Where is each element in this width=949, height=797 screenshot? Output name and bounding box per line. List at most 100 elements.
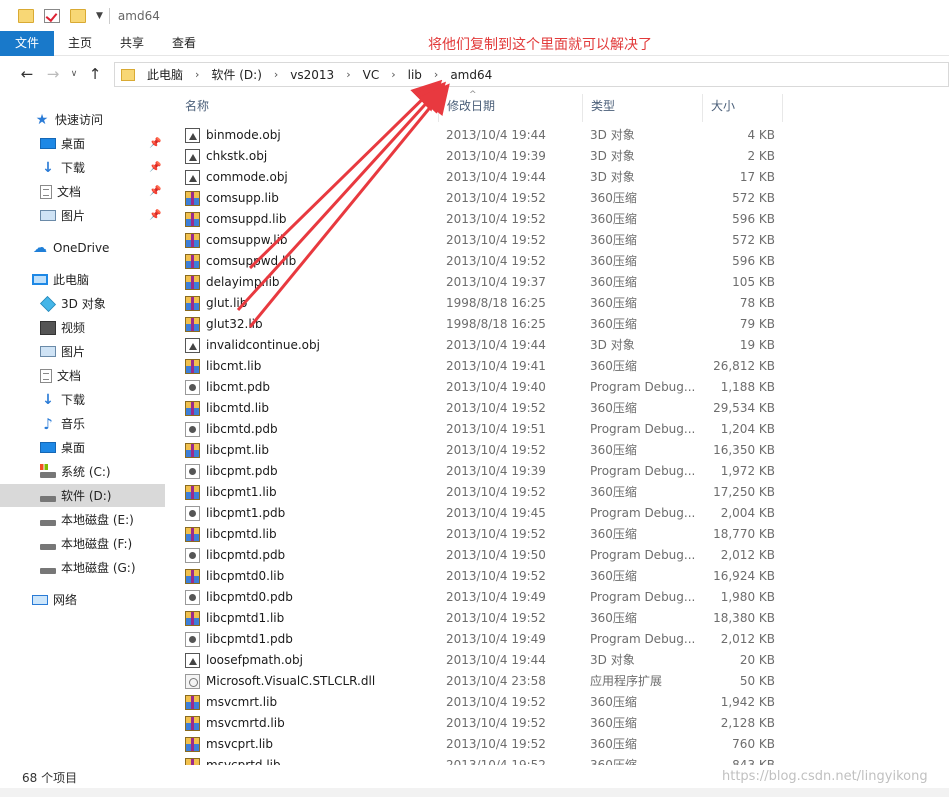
- file-row[interactable]: libcpmt1.pdb 2013/10/4 19:45 Program Debug…: [179, 503, 779, 524]
- sidebar-item-downloads-pinned[interactable]: ↓ 下载 📌: [0, 156, 165, 179]
- file-row[interactable]: msvcprtd.lib 2013/10/4 19:52 360压缩 843 KB: [179, 755, 779, 765]
- pin-icon[interactable]: 📌: [149, 138, 161, 149]
- file-name: libcpmtd.lib: [206, 527, 277, 541]
- back-button[interactable]: ←: [14, 65, 40, 83]
- recent-locations-button[interactable]: ∨: [66, 69, 82, 79]
- file-row[interactable]: libcmt.lib 2013/10/4 19:41 360压缩 26,812 KB: [179, 356, 779, 377]
- properties-check-icon[interactable]: [44, 8, 60, 23]
- column-header-type[interactable]: 类型: [583, 94, 703, 122]
- breadcrumb-drive-d[interactable]: 软件 (D:): [211, 66, 261, 83]
- status-bar: 68 个项目 https://blog.csdn.net/lingyikong: [0, 765, 949, 788]
- sidebar-item-documents-pinned[interactable]: 文档 📌: [0, 180, 165, 203]
- chevron-right-icon[interactable]: ›: [274, 68, 278, 81]
- sidebar-item-drive-f[interactable]: 本地磁盘 (F:): [0, 532, 165, 555]
- quick-access-dropdown-icon[interactable]: ▼: [96, 11, 103, 21]
- sidebar-item-drive-d[interactable]: 软件 (D:): [0, 484, 165, 507]
- sidebar-item-network[interactable]: 网络: [0, 588, 165, 611]
- chevron-right-icon[interactable]: ›: [346, 68, 350, 81]
- breadcrumb-amd64[interactable]: amd64: [450, 68, 492, 82]
- file-row[interactable]: libcpmt.lib 2013/10/4 19:52 360压缩 16,350 KB: [179, 440, 779, 461]
- file-row[interactable]: Microsoft.VisualC.STLCLR.dll 2013/10/4 23…: [179, 671, 779, 692]
- column-header-name[interactable]: 名称: [177, 94, 439, 122]
- pdb-file-icon: [185, 632, 200, 647]
- file-row[interactable]: libcpmt1.lib 2013/10/4 19:52 360压缩 17,250 K…: [179, 482, 779, 503]
- breadcrumb-lib[interactable]: lib: [408, 68, 422, 82]
- tab-file[interactable]: 文件: [0, 31, 55, 56]
- file-row[interactable]: libcpmtd.lib 2013/10/4 19:52 360压缩 18,770 K…: [179, 524, 779, 545]
- video-icon: [40, 320, 56, 335]
- chevron-right-icon[interactable]: ›: [195, 68, 199, 81]
- file-row[interactable]: libcmtd.lib 2013/10/4 19:52 360压缩 29,534 KB: [179, 398, 779, 419]
- sidebar-item-quick-access[interactable]: ★ 快速访问: [0, 108, 165, 131]
- file-type: 360压缩: [590, 275, 637, 289]
- file-row[interactable]: libcpmtd0.lib 2013/10/4 19:52 360压缩 16,924 …: [179, 566, 779, 587]
- sidebar-item-onedrive[interactable]: ☁ OneDrive: [0, 236, 165, 259]
- file-row[interactable]: libcpmtd0.pdb 2013/10/4 19:49 Program Debu…: [179, 587, 779, 608]
- file-size: 29,534 KB: [713, 401, 775, 415]
- file-row[interactable]: comsuppwd.lib 2013/10/4 19:52 360压缩 596 KB: [179, 251, 779, 272]
- file-row[interactable]: msvcprt.lib 2013/10/4 19:52 360压缩 760 KB: [179, 734, 779, 755]
- file-name: glut32.lib: [206, 317, 263, 331]
- file-size: 1,204 KB: [720, 422, 775, 436]
- sidebar-item-drive-e[interactable]: 本地磁盘 (E:): [0, 508, 165, 531]
- file-row[interactable]: libcmtd.pdb 2013/10/4 19:51 Program Debug.…: [179, 419, 779, 440]
- sidebar-item-music[interactable]: ♪ 音乐: [0, 412, 165, 435]
- file-name: msvcmrt.lib: [206, 695, 278, 709]
- column-header-date[interactable]: 修改日期: [439, 94, 583, 122]
- sidebar-item-desktop[interactable]: 桌面: [0, 436, 165, 459]
- breadcrumb-this-pc[interactable]: 此电脑: [147, 66, 183, 83]
- sidebar-item-videos[interactable]: 视频: [0, 316, 165, 339]
- chevron-right-icon[interactable]: ›: [434, 68, 438, 81]
- tab-home[interactable]: 主页: [54, 31, 106, 56]
- up-button[interactable]: ↑: [82, 65, 108, 83]
- file-row[interactable]: libcmt.pdb 2013/10/4 19:40 Program Debug..…: [179, 377, 779, 398]
- picture-icon: [40, 346, 56, 357]
- drive-icon: [40, 543, 56, 550]
- network-icon: [32, 594, 48, 605]
- file-row[interactable]: msvcmrt.lib 2013/10/4 19:52 360压缩 1,942 KB: [179, 692, 779, 713]
- file-row[interactable]: glut32.lib 1998/8/18 16:25 360压缩 79 KB: [179, 314, 779, 335]
- sidebar-item-desktop-pinned[interactable]: 桌面 📌: [0, 132, 165, 155]
- file-row[interactable]: comsupp.lib 2013/10/4 19:52 360压缩 572 KB: [179, 188, 779, 209]
- file-row[interactable]: delayimp.lib 2013/10/4 19:37 360压缩 105 KB: [179, 272, 779, 293]
- pin-icon[interactable]: 📌: [149, 162, 161, 173]
- file-row[interactable]: msvcmrtd.lib 2013/10/4 19:52 360压缩 2,128 KB: [179, 713, 779, 734]
- file-row[interactable]: chkstk.obj 2013/10/4 19:39 3D 对象 2 KB: [179, 146, 779, 167]
- sidebar-item-this-pc[interactable]: 此电脑: [0, 268, 165, 291]
- file-row[interactable]: libcpmt.pdb 2013/10/4 19:39 Program Debug.…: [179, 461, 779, 482]
- forward-button[interactable]: →: [40, 65, 66, 83]
- tab-view[interactable]: 查看: [158, 31, 210, 56]
- sidebar-item-documents[interactable]: 文档: [0, 364, 165, 387]
- sidebar-item-drive-c[interactable]: 系统 (C:): [0, 460, 165, 483]
- chevron-right-icon[interactable]: ›: [391, 68, 395, 81]
- sidebar-item-drive-g[interactable]: 本地磁盘 (G:): [0, 556, 165, 579]
- file-row[interactable]: libcpmtd.pdb 2013/10/4 19:50 Program Debug…: [179, 545, 779, 566]
- download-icon: ↓: [42, 391, 54, 408]
- sidebar-item-3d-objects[interactable]: 3D 对象: [0, 292, 165, 315]
- sidebar-item-downloads[interactable]: ↓ 下载: [0, 388, 165, 411]
- file-type: 360压缩: [590, 212, 637, 226]
- breadcrumb-vs2013[interactable]: vs2013: [290, 68, 334, 82]
- file-date: 2013/10/4 19:41: [446, 359, 546, 373]
- file-row[interactable]: libcpmtd1.pdb 2013/10/4 19:49 Program Debu…: [179, 629, 779, 650]
- sidebar-item-pictures[interactable]: 图片: [0, 340, 165, 363]
- file-row[interactable]: libcpmtd1.lib 2013/10/4 19:52 360压缩 18,380 …: [179, 608, 779, 629]
- pin-icon[interactable]: 📌: [149, 210, 161, 221]
- file-date: 2013/10/4 19:37: [446, 275, 546, 289]
- lib-file-icon: [185, 275, 200, 290]
- sidebar-item-pictures-pinned[interactable]: 图片 📌: [0, 204, 165, 227]
- breadcrumb-vc[interactable]: VC: [363, 68, 380, 82]
- file-row[interactable]: binmode.obj 2013/10/4 19:44 3D 对象 4 KB: [179, 125, 779, 146]
- file-row[interactable]: commode.obj 2013/10/4 19:44 3D 对象 17 KB: [179, 167, 779, 188]
- file-row[interactable]: comsuppd.lib 2013/10/4 19:52 360压缩 596 KB: [179, 209, 779, 230]
- column-header-size[interactable]: 大小: [703, 94, 783, 122]
- address-bar[interactable]: 此电脑 › 软件 (D:) › vs2013 › VC › lib › amd6…: [114, 62, 949, 87]
- tab-share[interactable]: 共享: [106, 31, 158, 56]
- file-row[interactable]: loosefpmath.obj 2013/10/4 19:44 3D 对象 20 KB: [179, 650, 779, 671]
- file-row[interactable]: comsuppw.lib 2013/10/4 19:52 360压缩 572 KB: [179, 230, 779, 251]
- new-folder-icon[interactable]: [70, 8, 86, 23]
- pin-icon[interactable]: 📌: [149, 186, 161, 197]
- lib-file-icon: [185, 716, 200, 731]
- file-row[interactable]: invalidcontinue.obj 2013/10/4 19:44 3D 对象 1…: [179, 335, 779, 356]
- file-row[interactable]: glut.lib 1998/8/18 16:25 360压缩 78 KB: [179, 293, 779, 314]
